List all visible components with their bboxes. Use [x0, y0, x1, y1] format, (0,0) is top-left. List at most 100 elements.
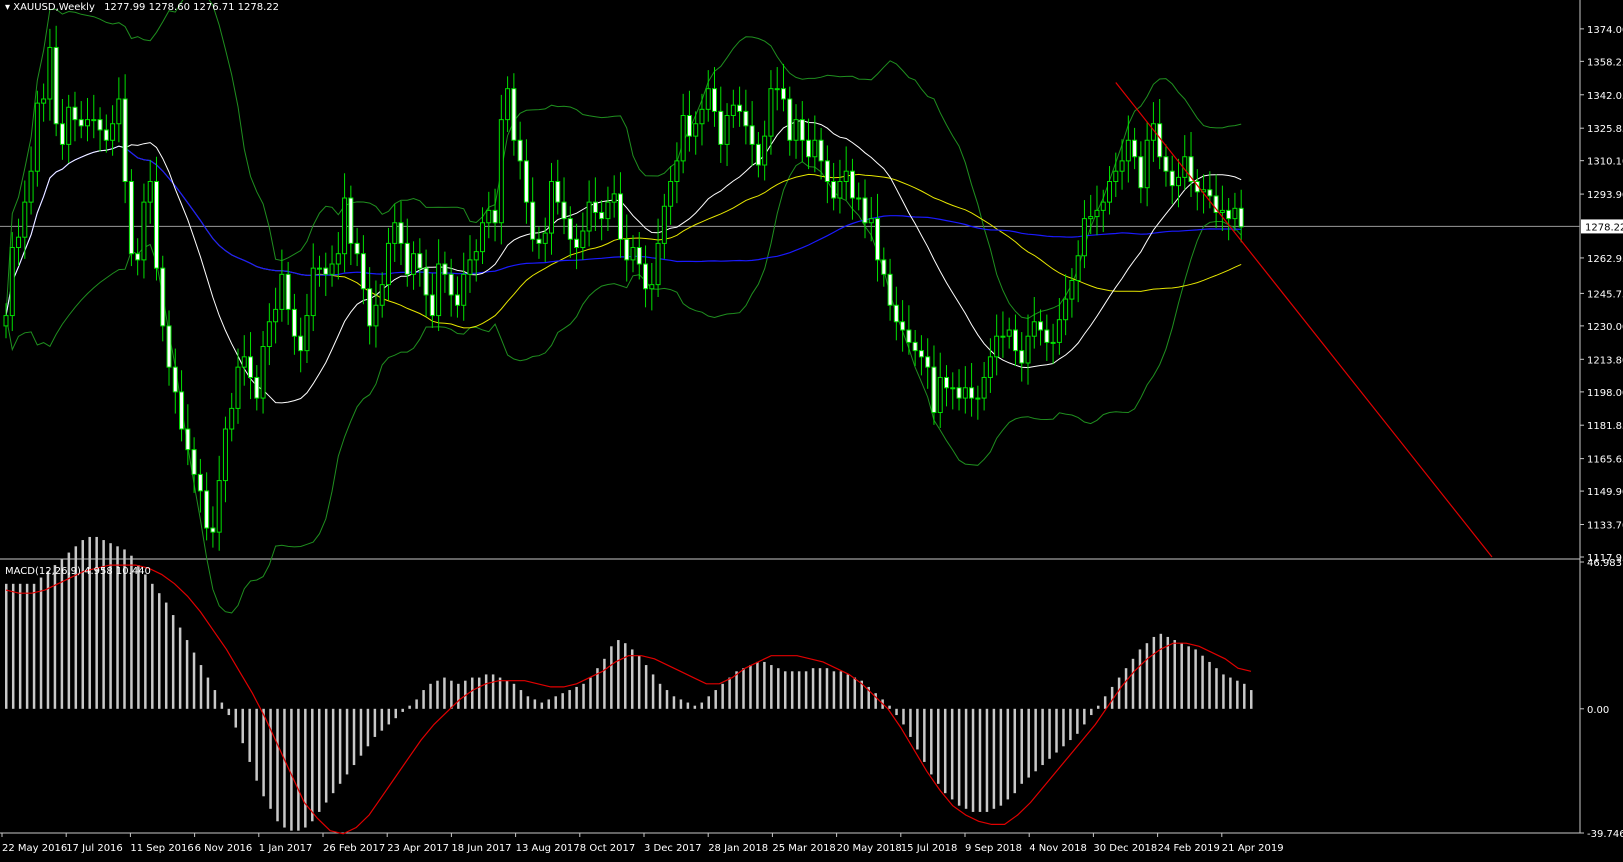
candle-bull	[260, 346, 266, 399]
macd-bar	[290, 708, 293, 831]
candle-bull	[304, 315, 310, 352]
macd-bar	[512, 683, 516, 709]
macd-label: MACD(12,26,9) 4.958 10.440	[5, 566, 151, 577]
candle-bear	[511, 88, 517, 141]
candle-bear	[122, 98, 128, 183]
macd-bar	[422, 690, 425, 709]
candle-bull	[950, 387, 956, 390]
price-tick-label: 1262.95	[1587, 254, 1623, 265]
candle-bear	[1138, 156, 1144, 189]
macd-bar	[575, 686, 578, 709]
macd-bar	[1159, 633, 1163, 709]
macd-bar	[651, 674, 655, 709]
macd-bar	[992, 708, 996, 809]
candle-bull	[1100, 201, 1106, 211]
candle-bull	[266, 321, 272, 348]
candle-bear	[423, 267, 429, 296]
candle-bull	[730, 104, 736, 117]
candle-bear	[1226, 209, 1232, 220]
macd-bar	[1145, 643, 1149, 709]
macd-bar	[533, 699, 537, 709]
candle-bull	[1094, 209, 1100, 218]
macd-bar	[1166, 636, 1170, 709]
macd-bar	[1117, 677, 1121, 709]
macd-bar	[1076, 708, 1079, 734]
macd-bar	[144, 574, 147, 709]
candle-bear	[254, 376, 260, 399]
macd-bar	[5, 583, 8, 709]
ma-fast-line	[5, 119, 1242, 404]
macd-bar	[484, 674, 488, 709]
macd-bar	[457, 683, 460, 709]
time-tick-label: 22 May 2016	[2, 843, 67, 854]
macd-bar	[1208, 661, 1211, 709]
candle-bull	[580, 230, 586, 249]
macd-bar	[18, 583, 22, 709]
macd-bar	[804, 671, 808, 709]
macd-bar	[53, 565, 57, 709]
candle-bear	[806, 139, 812, 158]
resistance-trendline	[1115, 82, 1493, 558]
macd-bar	[234, 708, 238, 728]
price-tick-label: 1198.00	[1587, 388, 1623, 399]
candle-bear	[417, 253, 423, 269]
candle-bull	[241, 356, 247, 368]
price-tick-label: 1374.00	[1587, 25, 1623, 36]
macd-bar	[331, 708, 335, 794]
candle-bear	[360, 253, 366, 290]
macd-bar	[130, 555, 133, 709]
candle-bear	[291, 308, 297, 337]
macd-bar	[777, 668, 780, 709]
macd-bar	[1124, 668, 1128, 709]
macd-bar	[491, 674, 495, 709]
candle-bear	[323, 267, 329, 275]
trendline[interactable]	[1115, 82, 1493, 558]
macd-bar	[450, 680, 453, 709]
candle-bear	[624, 238, 630, 261]
candle-bear	[831, 181, 837, 199]
macd-bar	[429, 683, 432, 709]
candle-bear	[197, 473, 203, 492]
macd-bar	[950, 708, 954, 800]
macd-bar	[151, 583, 154, 709]
candle-bull	[1081, 218, 1087, 257]
candle-bear	[128, 181, 134, 255]
price-tick-label: 1149.90	[1587, 487, 1623, 498]
candle-bull	[812, 139, 818, 158]
candle-bear	[849, 170, 855, 199]
macd-bar	[158, 593, 161, 709]
price-axis: 1374.00 1358.25 1342.05 1325.85 1310.10 1293.…	[1580, 25, 1623, 564]
candle-bull	[279, 273, 285, 310]
macd-bar	[311, 708, 314, 822]
macd-bar	[276, 708, 279, 822]
candle-bull	[392, 222, 398, 244]
candle-bear	[749, 125, 755, 145]
moving-averages	[5, 119, 1242, 404]
candle-bull	[310, 267, 316, 317]
candle-bull	[856, 197, 862, 200]
candle-bear	[517, 139, 523, 162]
macd-bar	[199, 665, 203, 709]
macd-bar	[1055, 708, 1058, 753]
candle-bear	[1044, 329, 1050, 343]
candle-bear	[818, 139, 824, 162]
macd-bar	[1243, 683, 1246, 709]
price-tick-label: 1245.75	[1587, 289, 1623, 300]
candle-bull	[385, 242, 391, 286]
candle-bull	[1006, 329, 1012, 337]
candle-bull	[235, 366, 241, 409]
macd-bar	[846, 674, 850, 709]
macd-bar	[241, 708, 244, 744]
candle-bull	[611, 193, 617, 203]
candle-bull	[473, 251, 479, 261]
price-tick-label: 1310.10	[1587, 157, 1623, 168]
candle-bear	[956, 387, 962, 399]
candle-bear	[599, 211, 605, 220]
candle-bear	[1163, 156, 1169, 172]
dropdown-icon[interactable]: ▾	[5, 2, 10, 13]
macd-bar	[902, 708, 905, 725]
candle-bear	[1019, 350, 1025, 364]
candle-bull	[147, 181, 153, 203]
macd-bar	[1187, 646, 1190, 709]
macd-bar	[32, 583, 36, 709]
